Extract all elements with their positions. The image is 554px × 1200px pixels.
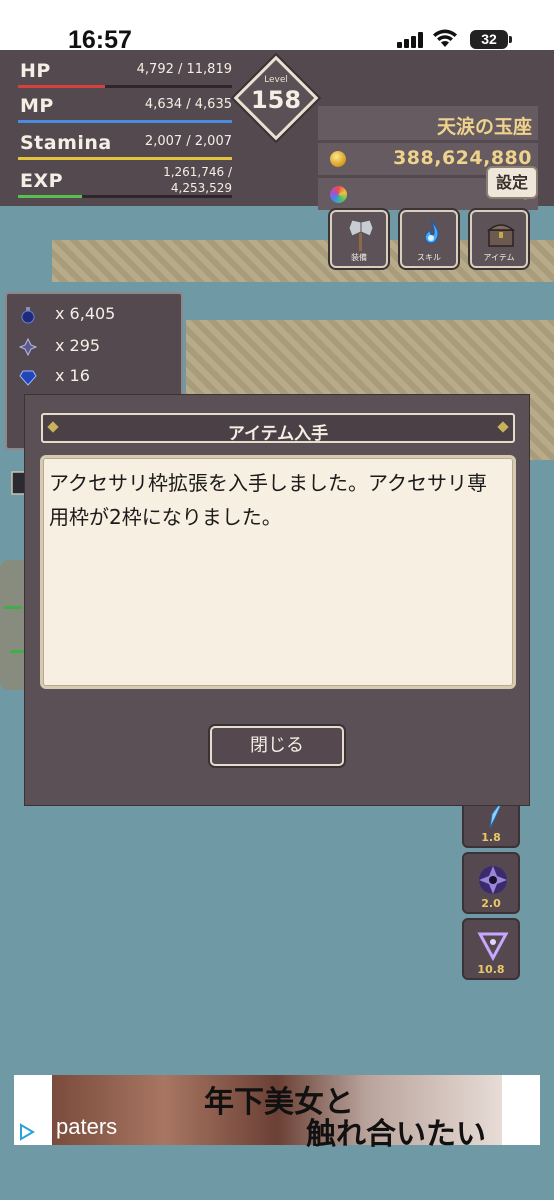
dialog-title-bar: アイテム入手 xyxy=(41,413,515,444)
battery-icon: 32 xyxy=(470,30,508,49)
gem-icon xyxy=(19,370,37,386)
skill-slot[interactable]: 10.8 xyxy=(462,918,520,980)
status-bar: 16:57 32 xyxy=(0,0,554,54)
item-acquired-dialog: アイテム入手 アクセサリ枠拡張を入手しました。アクセサリ専用枠が2枠になりました… xyxy=(24,394,530,806)
stamina-label: Stamina xyxy=(20,132,112,154)
crystal-triangle-icon xyxy=(477,932,509,962)
exp-value-current: 1,261,746 / xyxy=(163,165,232,179)
ad-brand: paters xyxy=(56,1114,118,1139)
close-button[interactable]: 閉じる xyxy=(210,726,344,766)
hp-bar-fill xyxy=(18,85,105,88)
mp-label: MP xyxy=(20,95,54,117)
exp-label: EXP xyxy=(20,170,64,192)
level-number: 158 xyxy=(250,86,302,114)
location-box: 天涙の玉座 xyxy=(318,106,538,140)
mp-stat: MP 4,634 / 4,635 xyxy=(18,93,232,123)
skill-slot[interactable]: 2.0 xyxy=(462,852,520,914)
potion-count: x 6,405 xyxy=(55,304,116,323)
dialog-message: アクセサリ枠拡張を入手しました。アクセサリ専用枠が2枠になりました。 xyxy=(49,471,487,529)
mp-value: 4,634 / 4,635 xyxy=(144,97,232,112)
skill-cooldown: 1.8 xyxy=(481,831,501,844)
mp-bar xyxy=(18,120,232,123)
gem-count: x 16 xyxy=(55,366,90,385)
location-name: 天涙の玉座 xyxy=(436,116,532,138)
crystal-icon xyxy=(19,338,37,356)
stamina-stat: Stamina 2,007 / 2,007 xyxy=(18,130,232,160)
exp-bar xyxy=(18,195,232,198)
signal-icon xyxy=(397,32,425,48)
stamina-value: 2,007 / 2,007 xyxy=(144,134,232,149)
ad-banner[interactable]: paters 年下美女と 触れ合いたい xyxy=(14,1075,540,1152)
skill-cooldown: 2.0 xyxy=(481,897,501,910)
potion-icon xyxy=(21,307,35,324)
level-label: Level xyxy=(264,75,288,85)
wifi-icon xyxy=(433,29,457,47)
settings-button[interactable]: 設定 xyxy=(486,166,538,199)
dark-vortex-icon xyxy=(479,866,507,894)
skill-button[interactable]: スキル xyxy=(400,210,458,268)
mp-bar-fill xyxy=(18,120,232,123)
exp-value: 1,261,746 / 4,253,529 xyxy=(163,164,232,196)
item-button[interactable]: アイテム xyxy=(470,210,528,268)
crystal-count: x 295 xyxy=(55,336,101,355)
dialog-message-box: アクセサリ枠拡張を入手しました。アクセサリ専用枠が2枠になりました。 xyxy=(40,455,516,689)
equipment-label: 装備 xyxy=(351,253,367,262)
hp-label: HP xyxy=(20,60,51,82)
coin-icon xyxy=(330,151,346,167)
rainbow-orb-icon xyxy=(330,186,347,203)
exp-bar-fill xyxy=(18,195,82,198)
axe-icon xyxy=(348,219,374,251)
dialog-title: アイテム入手 xyxy=(227,424,329,444)
hp-bar xyxy=(18,85,232,88)
hp-value: 4,792 / 11,819 xyxy=(136,62,232,77)
stamina-bar-fill xyxy=(18,157,232,160)
skill-label: スキル xyxy=(417,253,441,262)
chest-icon xyxy=(486,224,516,247)
hp-stat: HP 4,792 / 11,819 xyxy=(18,58,232,88)
battery-tip xyxy=(509,36,512,43)
flame-icon xyxy=(424,220,439,244)
equipment-button[interactable]: 装備 xyxy=(330,210,388,268)
ad-choices-icon[interactable] xyxy=(18,1123,36,1141)
item-label: アイテム xyxy=(483,253,515,262)
exp-stat: EXP 1,261,746 / 4,253,529 xyxy=(18,165,232,198)
skill-cooldown: 10.8 xyxy=(477,963,505,976)
exp-value-max: 4,253,529 xyxy=(170,181,232,195)
ad-headline-2: 触れ合いたい xyxy=(306,1117,486,1152)
stamina-bar xyxy=(18,157,232,160)
